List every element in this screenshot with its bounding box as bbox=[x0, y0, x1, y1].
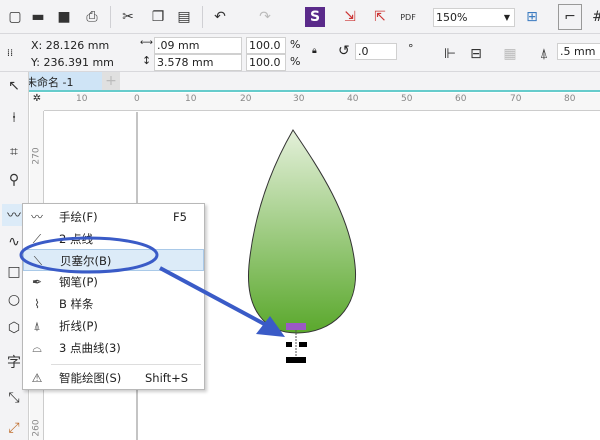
highlight-ellipse bbox=[19, 236, 159, 274]
annotation-overlay bbox=[19, 236, 285, 337]
arrow-head-icon bbox=[256, 316, 285, 337]
annotation-arrow bbox=[159, 266, 269, 328]
